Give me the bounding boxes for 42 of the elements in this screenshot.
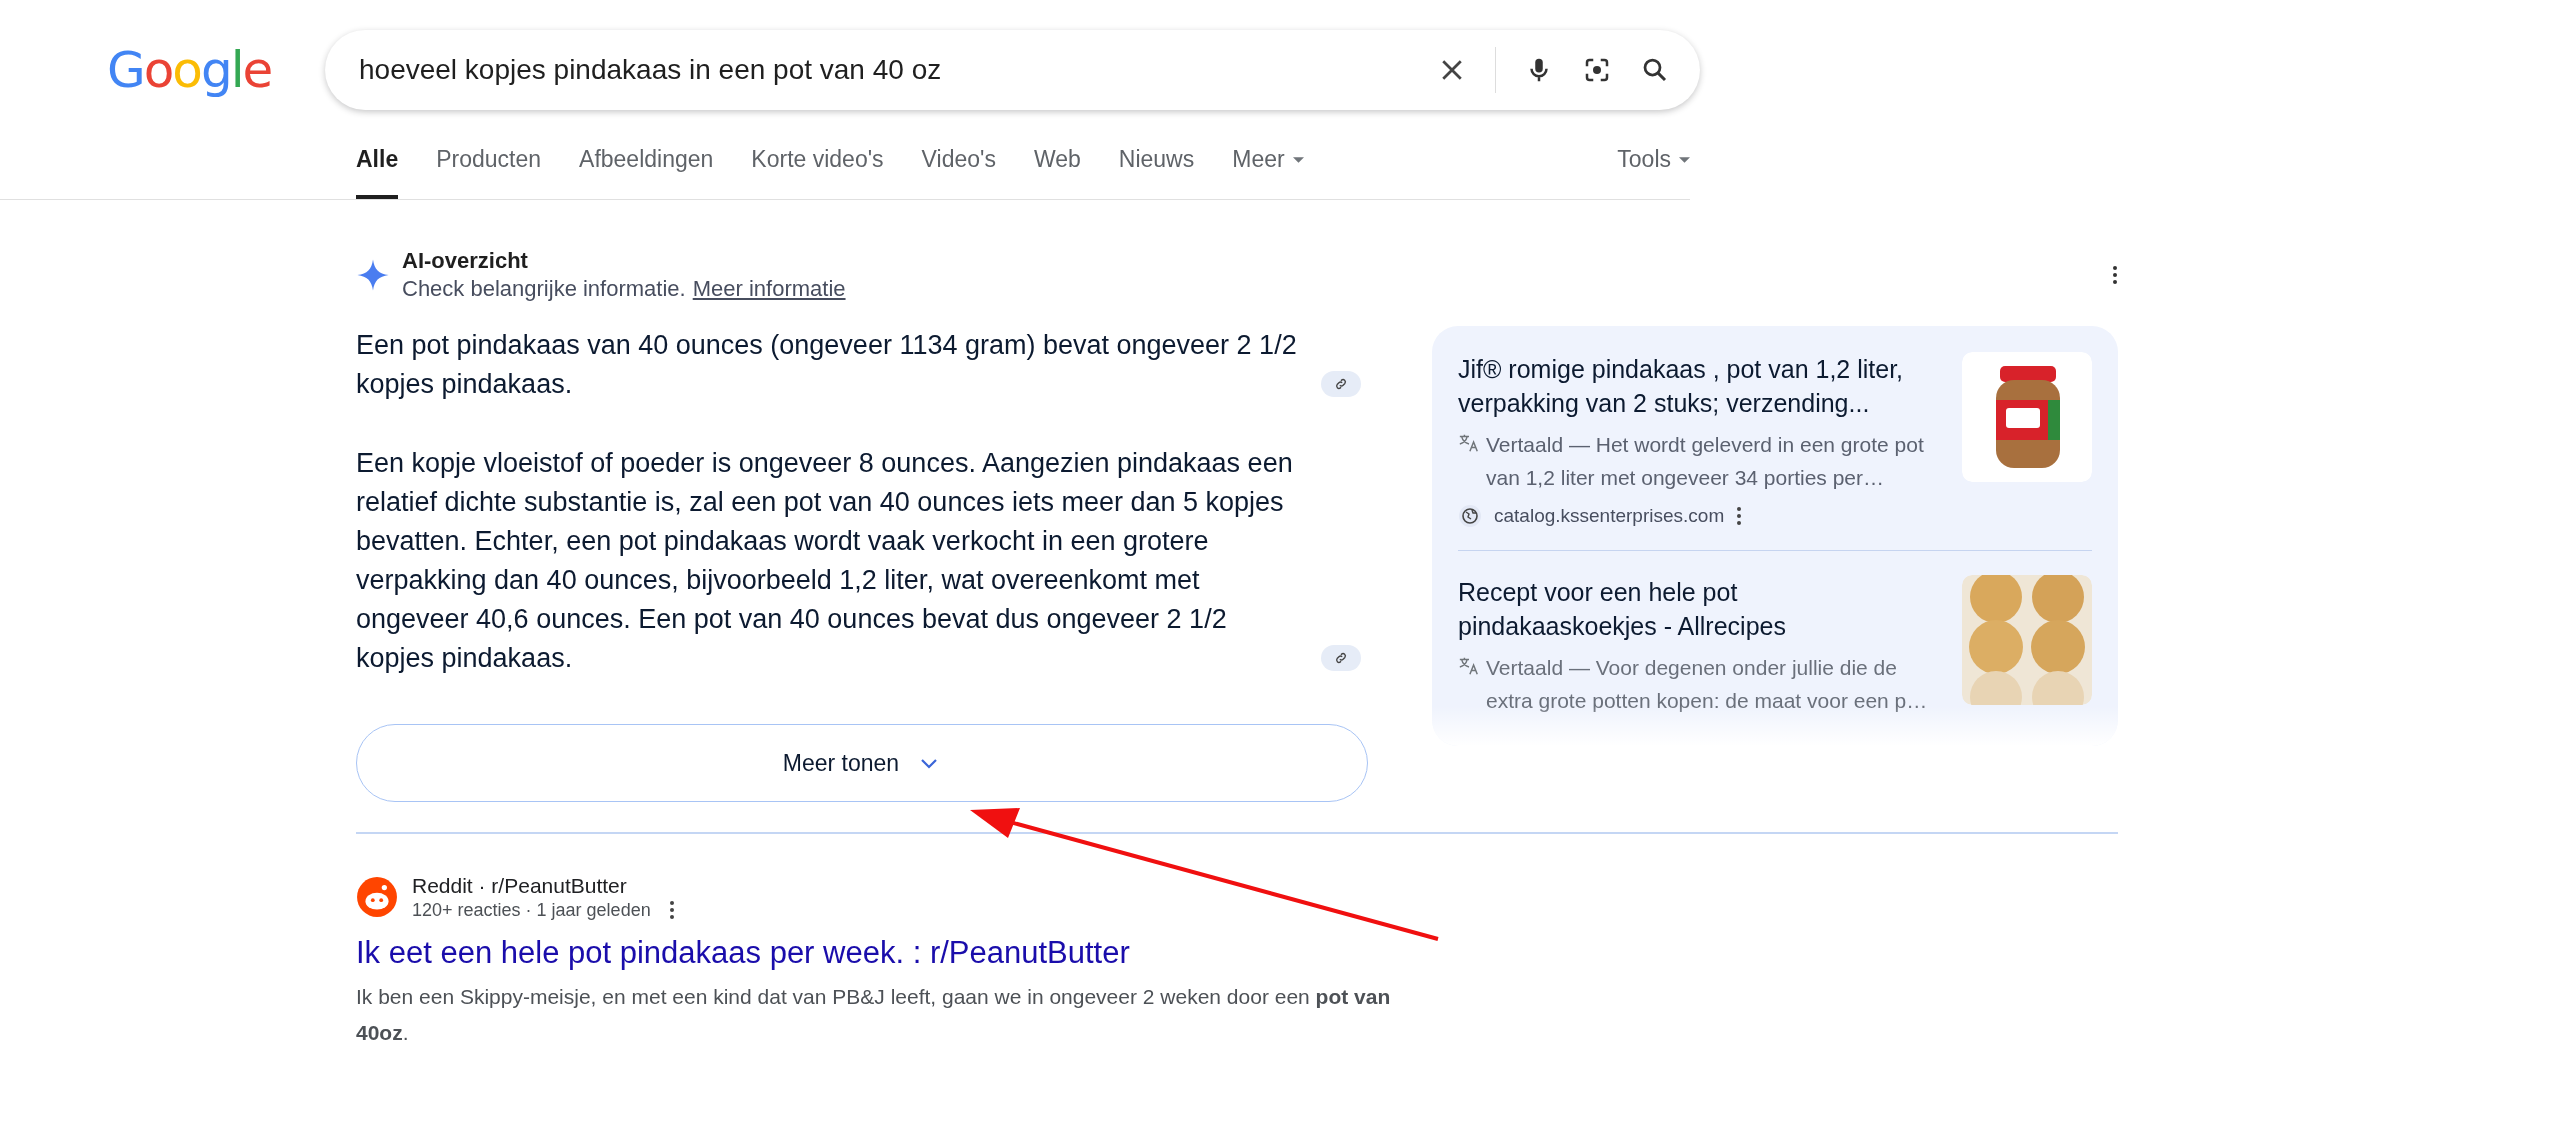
caret-icon [1292,156,1304,163]
disclaimer-text: Check belangrijke informatie. [402,276,686,302]
search-field[interactable]: hoeveel kopjes pindakaas in een pot van 40 oz [357,53,1409,87]
site-logo-icon [356,876,398,918]
answer-paragraph: Een kopje vloeistof of poeder is ongeveer 8 ounces. Aangezien pindakaas een relatief dichte substantie is, zal een pot van 40 ounces iets meer dan 5 kopjes bevatten. Echter, een pot pindakaas wordt vaak verkocht in een grotere verpakking dan 40 ounces, bijvoorbeeld 1,2 liter, wat overeenkomt met ongeveer 40,6 ounces. Een pot van 40 ounces bevat dus ongeveer 2 1/2 kopjes pindakaas. [356,447,1294,675]
tab[interactable]: Alle [356,136,399,199]
caret-icon [1679,156,1690,163]
section-title: AI-overzicht [402,248,529,274]
source-site: catalog.kssenterprises.com [1494,505,1725,527]
tab[interactable]: Nieuws [1118,136,1195,199]
source-snippet: Vertaald — Het wordt geleverd in een grote pot van 1,2 liter met ongeveer 34 porties per… [1486,432,1925,491]
source-title[interactable]: Jif® romige pindakaas , pot van 1,2 liter, verpakking van 2 stuks; verzending... [1458,352,1938,420]
tab[interactable]: Afbeeldingen [579,136,714,199]
tab[interactable]: Meer [1232,136,1304,199]
jar-thumbnail[interactable] [1962,352,2092,482]
show-more-button[interactable]: Meer tonen [356,724,1368,802]
more-info-link[interactable]: Meer informatie [692,276,846,302]
more-options-icon[interactable] [668,900,675,920]
translate-icon [1458,432,1480,454]
link-chip[interactable] [1321,645,1361,671]
sparkle-icon [356,258,390,292]
result-source: Reddit · r/PeanutButter [412,873,628,898]
link-icon [1334,651,1348,665]
answer-paragraph: Een pot pindakaas van 40 ounces (ongeveer 1134 gram) bevat ongeveer 2 1/2 kopjes pindakaas. [356,329,1298,401]
link-chip[interactable] [1321,371,1361,397]
link-icon [1334,377,1348,391]
more-options-icon[interactable] [2112,265,2118,285]
tools-button[interactable]: Tools [1617,136,1690,199]
tab[interactable]: Video's [921,136,996,199]
translate-icon [1458,655,1480,677]
more-options-icon[interactable] [1736,506,1743,526]
tab[interactable]: Web [1033,136,1081,199]
logo[interactable]: Google [107,45,272,95]
tab[interactable]: Korte video's [751,136,884,199]
tab[interactable]: Producten [436,136,542,199]
result-snippet: Ik ben een Skippy-meisje, en met een kind dat van PB&J leeft, gaan we in ongeveer 2 weken door een pot van 40oz. [356,983,1392,1046]
result-meta: 120+ reacties · 1 jaar geleden [412,899,651,921]
globe-icon [1458,504,1482,528]
cookies-thumbnail[interactable] [1962,575,2092,705]
result-title-link[interactable]: Ik eet een hele pot pindakaas per week. : r/PeanutButter [356,934,2118,971]
source-title[interactable]: Recept voor een hele pot pindakaaskoekjes - Allrecipes [1458,575,1938,643]
source-snippet: Vertaald — Voor degenen onder jullie die de extra grote potten kopen: de maat voor een p… [1486,655,1929,714]
